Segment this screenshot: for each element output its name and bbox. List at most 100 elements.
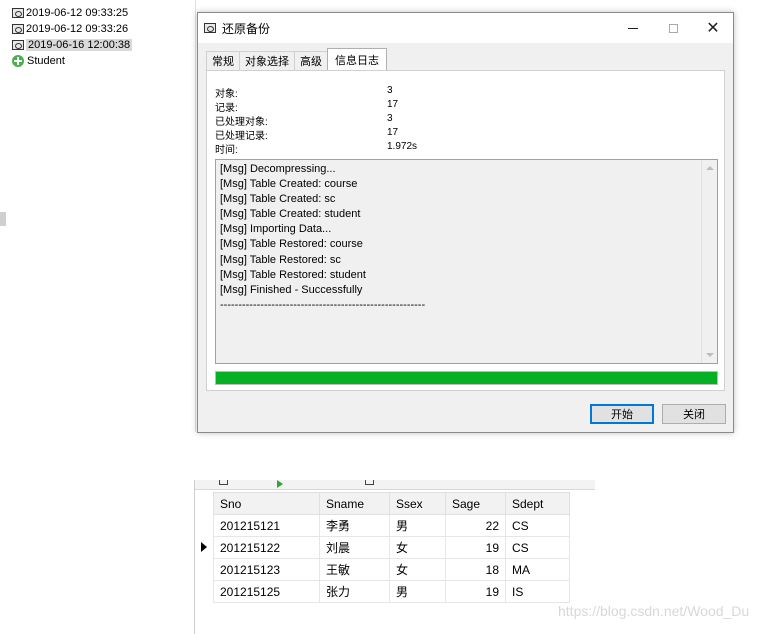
cell-ssex[interactable]: 男 — [389, 514, 446, 537]
stat-value: 3 — [387, 113, 393, 124]
column-header-sdept[interactable]: Sdept — [505, 492, 570, 515]
close-button[interactable]: 关闭 — [662, 404, 726, 424]
stat-label: 记录: — [215, 103, 238, 114]
tab-object-selection[interactable]: 对象选择 — [239, 51, 295, 70]
table-row[interactable]: 201215123 王敏 女 18 MA — [213, 558, 570, 581]
tree-scroll-marker[interactable] — [0, 212, 6, 226]
log-line: [Msg] Table Created: course — [220, 178, 358, 191]
maximize-icon — [668, 23, 678, 33]
cell-sname[interactable]: 张力 — [319, 580, 390, 603]
toolbar-note-icon[interactable] — [365, 480, 374, 485]
column-header-sage[interactable]: Sage — [445, 492, 506, 515]
tree-item-backup-1[interactable]: 2019-06-12 09:33:25 — [12, 5, 128, 21]
close-icon: ✕ — [706, 20, 720, 37]
cell-sname[interactable]: 刘晨 — [319, 536, 390, 559]
cell-sno[interactable]: 201215125 — [213, 580, 320, 603]
progress-fill — [216, 372, 717, 384]
toolbar-menu-icon[interactable] — [219, 480, 228, 485]
cell-ssex[interactable]: 女 — [389, 536, 446, 559]
cell-sno[interactable]: 201215123 — [213, 558, 320, 581]
stats-list: 对象: 3 记录: 17 已处理对象: 3 已处理记录: 17 时间: 1.97… — [215, 85, 515, 156]
cell-sdept[interactable]: CS — [505, 514, 570, 537]
data-grid: Sno Sname Ssex Sage Sdept 201215121 李勇 男… — [213, 492, 570, 603]
column-header-sno[interactable]: Sno — [213, 492, 320, 515]
tree-item-label: 2019-06-16 12:00:38 — [26, 39, 133, 51]
log-lines: [Msg] Decompressing... [Msg] Table Creat… — [220, 163, 425, 314]
dialog-title: 还原备份 — [222, 21, 271, 36]
tree-item-label: 2019-06-12 09:33:25 — [26, 7, 129, 19]
stat-value: 3 — [387, 85, 393, 96]
backup-icon — [12, 40, 24, 50]
tree-item-backup-3[interactable]: 2019-06-16 12:00:38 — [12, 37, 133, 53]
tree-item-database[interactable]: Student — [12, 53, 65, 69]
stat-value: 1.972s — [387, 141, 418, 152]
maximize-button[interactable] — [653, 13, 693, 43]
table-row[interactable]: 201215125 张力 男 19 IS — [213, 580, 570, 603]
table-data-view: Sno Sname Ssex Sage Sdept 201215121 李勇 男… — [194, 480, 595, 634]
cell-sno[interactable]: 201215121 — [213, 514, 320, 537]
stat-label: 已处理对象: — [215, 117, 268, 128]
cell-ssex[interactable]: 男 — [389, 580, 446, 603]
database-icon — [12, 55, 24, 67]
backup-icon — [12, 8, 24, 18]
stat-value: 17 — [387, 127, 399, 138]
progress-bar — [215, 371, 718, 385]
close-window-button[interactable]: ✕ — [693, 13, 733, 43]
dialog-tabs: 常规 对象选择 高级 信息日志 — [206, 48, 387, 70]
watermark: https://blog.csdn.net/Wood_Du — [558, 603, 750, 619]
log-scrollbar[interactable] — [701, 160, 717, 363]
info-log-panel: 对象: 3 记录: 17 已处理对象: 3 已处理记录: 17 时间: 1.97… — [206, 70, 725, 391]
cell-sdept[interactable]: MA — [505, 558, 570, 581]
scroll-up-icon[interactable] — [706, 166, 714, 170]
cell-sname[interactable]: 李勇 — [319, 514, 390, 537]
log-textarea[interactable]: [Msg] Decompressing... [Msg] Table Creat… — [215, 159, 718, 364]
start-button[interactable]: 开始 — [590, 404, 654, 424]
tab-advanced[interactable]: 高级 — [294, 51, 328, 70]
cell-sage[interactable]: 19 — [445, 536, 506, 559]
cell-sdept[interactable]: IS — [505, 580, 570, 603]
cell-sname[interactable]: 王敏 — [319, 558, 390, 581]
column-header-sname[interactable]: Sname — [319, 492, 390, 515]
tree-item-backup-2[interactable]: 2019-06-12 09:33:26 — [12, 21, 128, 37]
object-tree: 2019-06-12 09:33:25 2019-06-12 09:33:26 … — [0, 0, 196, 432]
log-line: [Msg] Table Restored: course — [220, 238, 363, 251]
stat-value: 17 — [387, 99, 399, 110]
backup-icon — [204, 23, 216, 33]
stat-row: 时间: 1.972s — [215, 141, 515, 156]
table-row[interactable]: 201215122 刘晨 女 19 CS — [213, 536, 570, 559]
stat-label: 已处理记录: — [215, 131, 268, 142]
scroll-down-icon[interactable] — [706, 353, 714, 357]
log-line: [Msg] Table Created: sc — [220, 193, 336, 206]
log-separator: ----------------------------------------… — [220, 298, 426, 311]
log-line: [Msg] Table Created: student — [220, 208, 361, 221]
play-icon[interactable] — [277, 480, 283, 488]
log-line: [Msg] Importing Data... — [220, 223, 332, 236]
log-line: [Msg] Decompressing... — [220, 163, 336, 175]
grid-toolbar-fragment — [195, 480, 595, 490]
stat-label: 对象: — [215, 89, 238, 100]
row-pointer-icon — [201, 542, 207, 552]
tree-item-label: Student — [27, 55, 65, 67]
cell-sage[interactable]: 18 — [445, 558, 506, 581]
restore-backup-dialog: 还原备份 ✕ 常规 对象选择 高级 信息日志 对象: 3 记录: 17 已处理对… — [197, 12, 734, 433]
minimize-icon — [628, 27, 638, 29]
stat-row: 记录: 17 — [215, 99, 515, 114]
tab-info-log[interactable]: 信息日志 — [327, 48, 387, 70]
current-row-indicator — [201, 536, 211, 558]
stat-row: 已处理记录: 17 — [215, 127, 515, 142]
log-line: [Msg] Table Restored: student — [220, 268, 366, 281]
dialog-titlebar[interactable]: 还原备份 ✕ — [198, 13, 733, 43]
tab-general[interactable]: 常规 — [206, 51, 240, 70]
stat-row: 对象: 3 — [215, 85, 515, 100]
cell-sage[interactable]: 22 — [445, 514, 506, 537]
table-row[interactable]: 201215121 李勇 男 22 CS — [213, 514, 570, 537]
column-header-ssex[interactable]: Ssex — [389, 492, 446, 515]
minimize-button[interactable] — [613, 13, 653, 43]
cell-ssex[interactable]: 女 — [389, 558, 446, 581]
cell-sdept[interactable]: CS — [505, 536, 570, 559]
cell-sage[interactable]: 19 — [445, 580, 506, 603]
grid-header-row: Sno Sname Ssex Sage Sdept — [213, 492, 570, 515]
stat-row: 已处理对象: 3 — [215, 113, 515, 128]
stat-label: 时间: — [215, 145, 238, 156]
cell-sno[interactable]: 201215122 — [213, 536, 320, 559]
